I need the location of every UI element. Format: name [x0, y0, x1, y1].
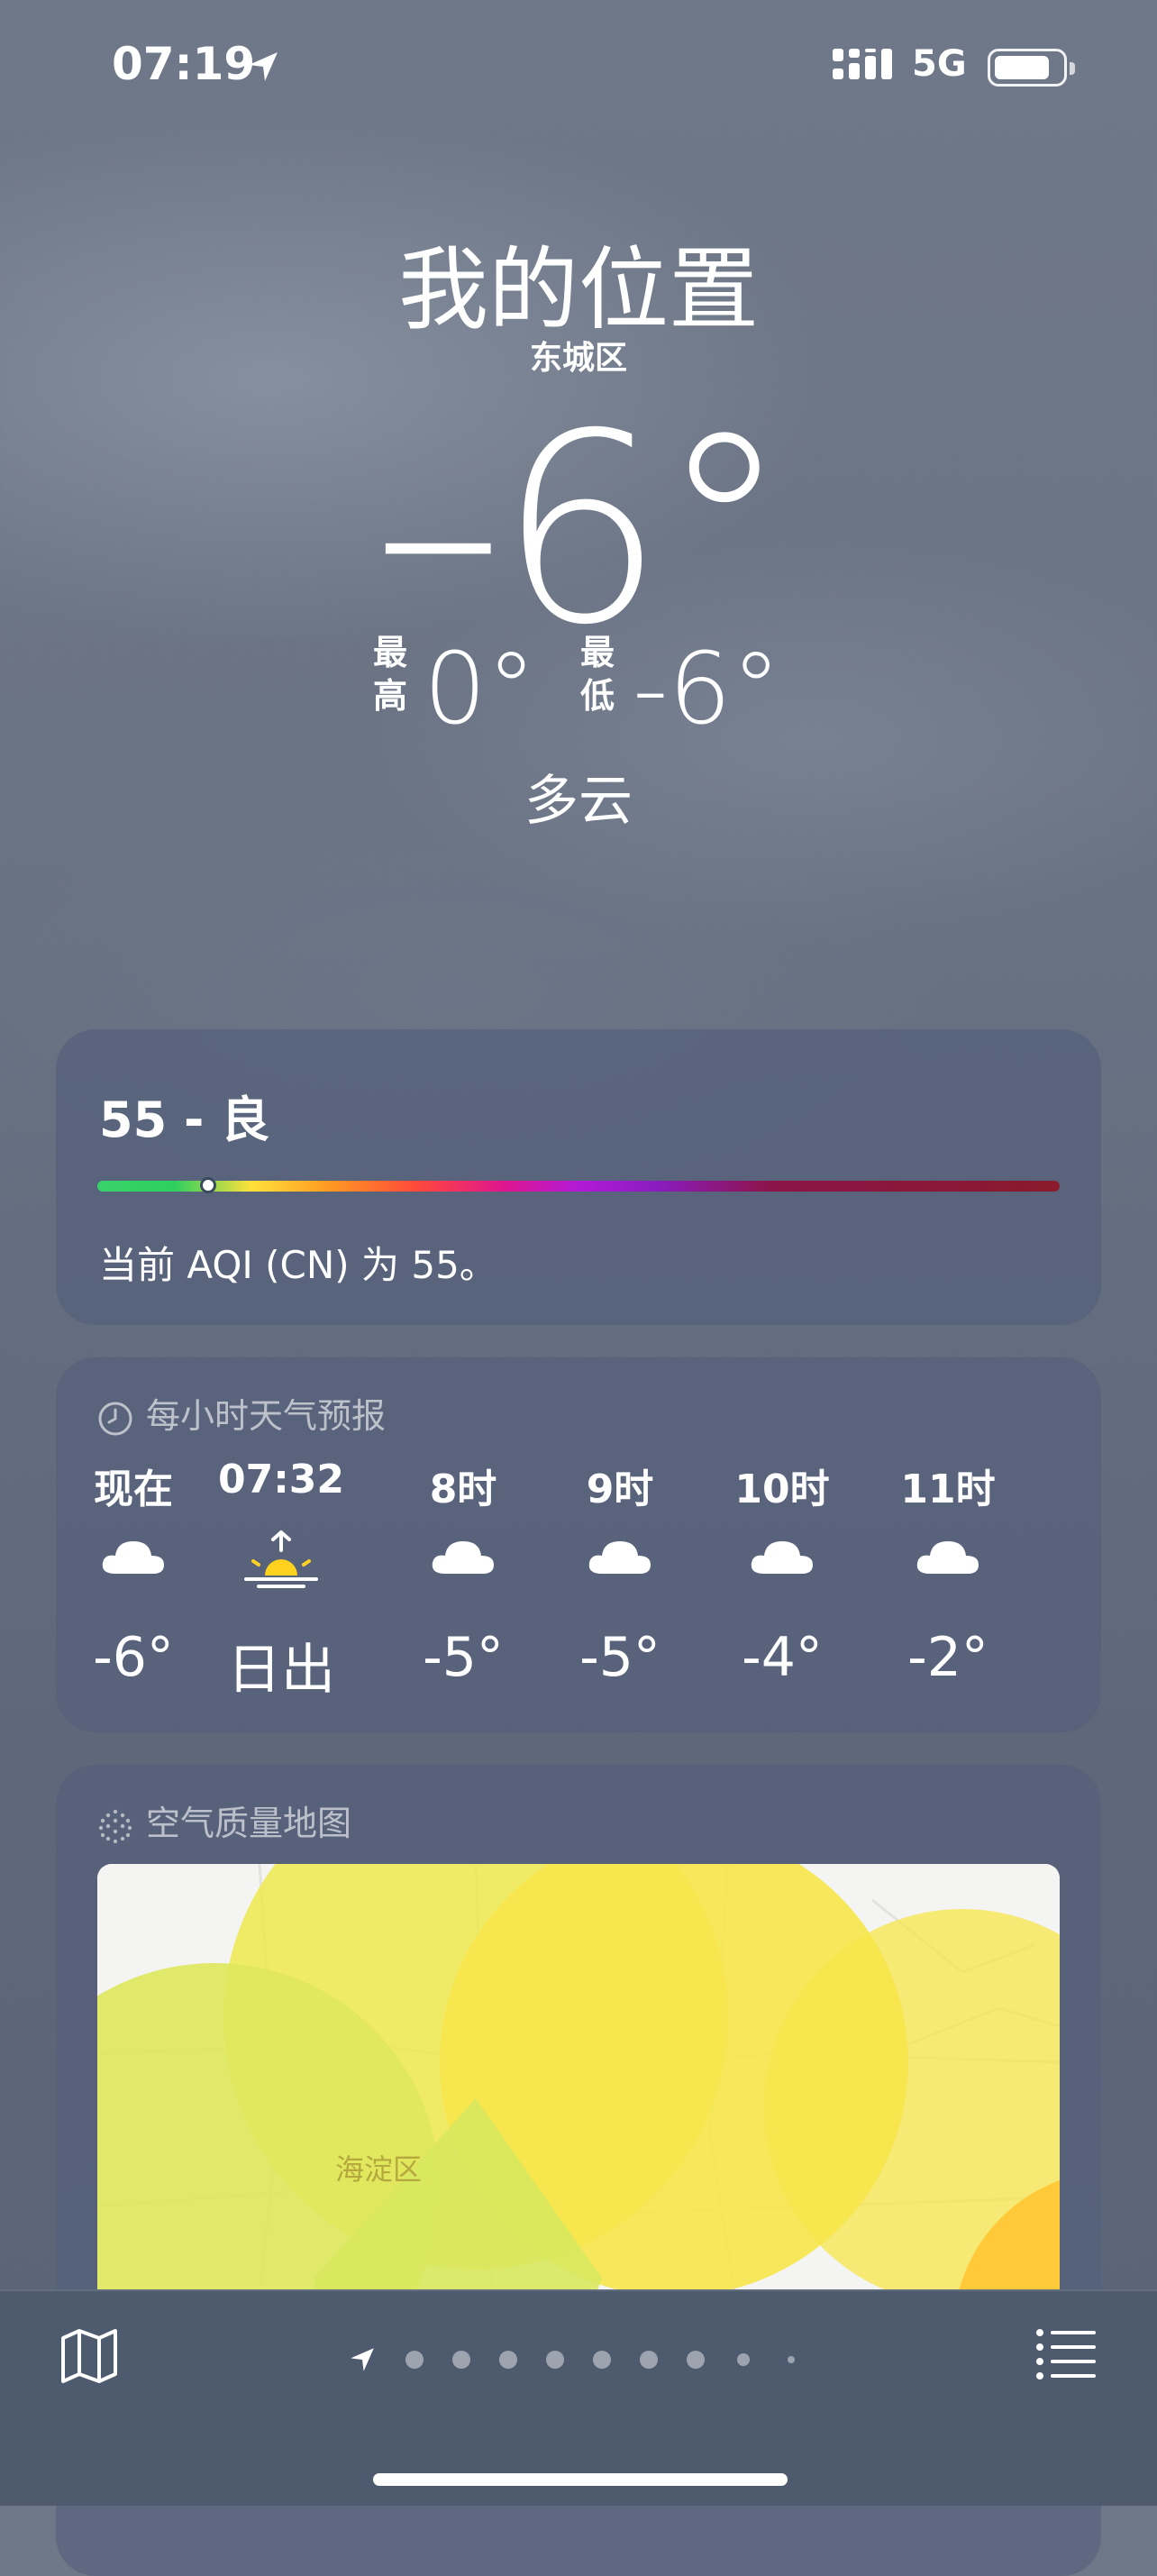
signal-icon: [833, 49, 892, 79]
hour-time: 8时: [429, 1466, 497, 1512]
aqi-indicator: [200, 1177, 216, 1193]
hour-time: 11时: [900, 1466, 996, 1512]
map-label: 海淀区: [335, 2152, 422, 2187]
low-label: 最低: [580, 633, 615, 716]
sunrise-icon: [244, 1530, 318, 1588]
location-arrow-icon: [249, 52, 278, 81]
clock-icon: [98, 1402, 132, 1435]
hourly-header: 每小时天气预报: [97, 1388, 386, 1438]
cloud-icon: [751, 1541, 813, 1574]
page-dot: [452, 2351, 470, 2369]
high-label: 最高: [373, 633, 408, 716]
page-dot: [788, 2356, 795, 2363]
aqi-heading: 55 - 良: [99, 1092, 270, 1148]
hour-value: -6°: [93, 1626, 174, 1689]
hourly-forecast-card[interactable]: 每小时天气预报 现在 -6° 07:32 日出 8时 -5° 9时 -5° 10…: [56, 1357, 1101, 1732]
aqi-card[interactable]: 55 - 良 当前 AQI (CN) 为 55。: [56, 1029, 1101, 1325]
hour-item: 07:32 日出: [200, 1457, 362, 1704]
cloud-icon: [432, 1541, 494, 1574]
cloud-icon: [102, 1541, 164, 1574]
status-bar: 07:19 5G: [0, 0, 1157, 135]
hour-time: 9时: [586, 1466, 654, 1512]
high-value: 0°: [424, 631, 536, 746]
air-map-header: 空气质量地图: [97, 1795, 351, 1845]
page-dot: [640, 2351, 658, 2369]
page-dot: [405, 2351, 424, 2369]
status-time: 07:19: [112, 38, 256, 90]
list-icon[interactable]: [1034, 2325, 1098, 2380]
hour-value: -5°: [423, 1626, 504, 1689]
location-arrow-icon: [351, 2348, 374, 2371]
hour-value: -: [1070, 1626, 1101, 1689]
air-map-title: 空气质量地图: [146, 1804, 352, 1843]
hour-value: -5°: [579, 1626, 660, 1689]
network-type: 5G: [912, 43, 967, 85]
map-icon[interactable]: [58, 2324, 121, 2387]
page-dot: [593, 2351, 611, 2369]
aqi-description: 当前 AQI (CN) 为 55。: [99, 1243, 497, 1287]
hour-item: 10时 -4°: [701, 1457, 863, 1689]
home-indicator[interactable]: [373, 2473, 788, 2486]
hour-time: 现在: [94, 1466, 173, 1512]
hour-item: 9时 -5°: [539, 1457, 701, 1689]
dots-grid-icon: [98, 1809, 132, 1843]
hour-value: -2°: [907, 1626, 988, 1689]
cloud-icon: [916, 1541, 979, 1574]
cloud-icon: [588, 1541, 651, 1574]
aqi-scale-bar: [97, 1181, 1060, 1192]
page-dot: [687, 2351, 705, 2369]
hour-time: 07:32: [217, 1457, 345, 1503]
hour-item: 8时 -5°: [382, 1457, 544, 1689]
page-dot: [499, 2351, 517, 2369]
hourly-title: 每小时天气预报: [146, 1396, 387, 1436]
location-title: 我的位置: [398, 237, 759, 343]
hour-time: 1: [1070, 1457, 1101, 1511]
hour-value: 日出: [227, 1639, 335, 1702]
low-value: -6°: [633, 631, 781, 746]
hour-item: 现在 -6°: [56, 1457, 214, 1689]
condition: 多云: [524, 770, 633, 833]
hourly-list[interactable]: 现在 -6° 07:32 日出 8时 -5° 9时 -5° 10时 -4° 11…: [56, 1457, 1101, 1727]
battery-icon: [988, 49, 1075, 87]
district-name: 东城区: [529, 340, 627, 377]
high-low: 最高 0° 最低 -6°: [0, 631, 1157, 746]
hour-item: 11时 -2°: [867, 1457, 1029, 1689]
bottom-toolbar: [0, 2289, 1157, 2506]
hour-item: 1 -: [1070, 1457, 1101, 1689]
hour-time: 10时: [734, 1466, 830, 1512]
page-dot: [546, 2351, 564, 2369]
hour-value: -4°: [742, 1626, 823, 1689]
page-dot: [737, 2353, 750, 2366]
